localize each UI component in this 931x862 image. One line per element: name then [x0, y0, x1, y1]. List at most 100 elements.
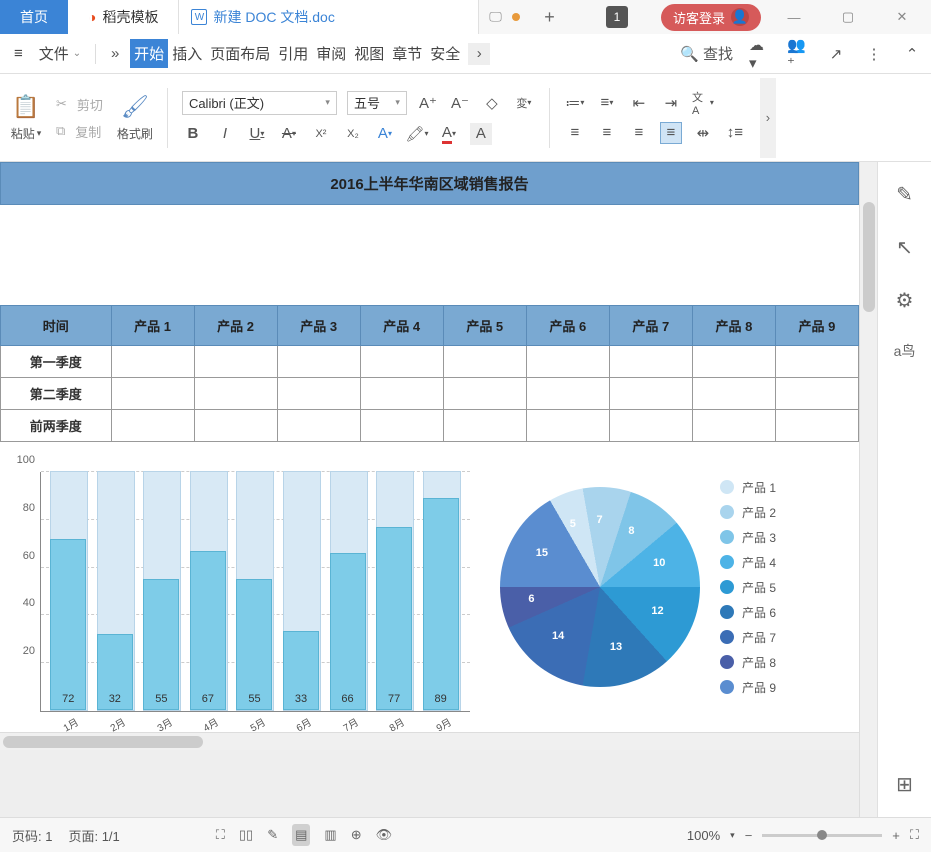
- outline-icon[interactable]: ▥: [324, 827, 336, 843]
- tab-start[interactable]: 开始: [130, 39, 168, 68]
- table-header: 产品 3: [277, 306, 360, 346]
- decrease-indent-button[interactable]: ⇤: [628, 92, 650, 114]
- text-direction-button[interactable]: 文A▾: [692, 92, 714, 114]
- numbering-button[interactable]: ≡▾: [596, 92, 618, 114]
- pie-legend: 产品 1产品 2产品 3产品 4产品 5产品 6产品 7产品 8产品 9: [720, 479, 776, 696]
- clear-format-button[interactable]: ◇: [481, 92, 503, 114]
- tab-document[interactable]: W 新建 DOC 文档.doc: [179, 0, 479, 34]
- pencil-icon[interactable]: ✎: [896, 182, 913, 207]
- align-left-button[interactable]: ≡: [564, 122, 586, 144]
- grow-font-button[interactable]: A⁺: [417, 92, 439, 114]
- tab-references[interactable]: 引用: [274, 39, 312, 68]
- search-button[interactable]: 🔍 查找: [680, 43, 733, 64]
- text-effects-button[interactable]: A▾: [374, 123, 396, 145]
- chevron-down-icon: ⌄: [73, 48, 81, 59]
- align-center-button[interactable]: ≡: [596, 122, 618, 144]
- more-icon[interactable]: ⋮: [863, 43, 885, 65]
- search-icon: 🔍: [680, 45, 699, 63]
- settings-sliders-icon[interactable]: ⚙: [896, 288, 914, 313]
- cut-button[interactable]: ✂剪切: [56, 95, 103, 114]
- edit-mode-icon[interactable]: ✎: [267, 827, 278, 843]
- table-header: 产品 8: [692, 306, 775, 346]
- underline-button[interactable]: U▾: [246, 123, 268, 145]
- fit-page-icon[interactable]: ⛶: [910, 827, 919, 843]
- vertical-scrollbar[interactable]: [859, 162, 877, 817]
- zoom-slider[interactable]: [762, 834, 882, 837]
- minimize-button[interactable]: —: [773, 0, 815, 34]
- tab-page-layout[interactable]: 页面布局: [206, 39, 274, 68]
- tab-review[interactable]: 审阅: [312, 39, 350, 68]
- font-color-button[interactable]: A▾: [438, 123, 460, 145]
- cloud-sync-icon[interactable]: ☁▾: [749, 43, 771, 65]
- align-justify-button[interactable]: ≡: [660, 122, 682, 144]
- print-layout-icon[interactable]: ▤: [292, 824, 310, 846]
- page-viewport[interactable]: 2016上半年华南区域销售报告 时间产品 1产品 2产品 3产品 4产品 5产品…: [0, 162, 859, 817]
- tab-insert[interactable]: 插入: [168, 39, 206, 68]
- format-painter-button[interactable]: 🖌 格式刷: [117, 93, 153, 142]
- char-shading-button[interactable]: A: [470, 123, 492, 145]
- tab-count-badge[interactable]: 1: [606, 6, 628, 28]
- eye-icon[interactable]: 👁: [376, 827, 393, 843]
- overflow-left[interactable]: »: [104, 43, 126, 65]
- tab-view[interactable]: 视图: [350, 39, 388, 68]
- highlight-button[interactable]: 🖍▾: [406, 123, 428, 145]
- legend-item: 产品 8: [720, 654, 776, 671]
- paste-group[interactable]: 📋 粘贴▾: [10, 93, 42, 142]
- superscript-button[interactable]: X²: [310, 123, 332, 145]
- align-right-button[interactable]: ≡: [628, 122, 650, 144]
- line-spacing-button[interactable]: ↕≡: [724, 122, 746, 144]
- phonetic-guide-button[interactable]: 変▾: [513, 92, 535, 114]
- distributed-button[interactable]: ⇹: [692, 122, 714, 144]
- new-tab-button[interactable]: +: [529, 0, 569, 34]
- tab-sections[interactable]: 章节: [388, 39, 426, 68]
- bold-button[interactable]: B: [182, 123, 204, 145]
- title-bar: 首页 ◑ 稻壳模板 W 新建 DOC 文档.doc 🖵 + 1 访客登录 👤 —…: [0, 0, 931, 34]
- legend-item: 产品 9: [720, 679, 776, 696]
- zoom-out-button[interactable]: −: [745, 828, 753, 843]
- web-layout-icon[interactable]: ⊕: [351, 827, 362, 843]
- display-icon[interactable]: 🖵: [489, 9, 502, 25]
- ribbon-tabs: 开始 插入 页面布局 引用 审阅 视图 章节 安全: [130, 39, 464, 68]
- legend-item: 产品 6: [720, 604, 776, 621]
- zoom-in-button[interactable]: +: [892, 828, 900, 843]
- table-row: 前两季度: [1, 410, 859, 442]
- zoom-level-label: 100%: [687, 828, 720, 843]
- page-of-label: 页面: 1/1: [68, 826, 119, 845]
- strikethrough-button[interactable]: A▾: [278, 123, 300, 145]
- login-button[interactable]: 访客登录 👤: [661, 4, 761, 31]
- overflow-right[interactable]: ›: [468, 43, 490, 65]
- maximize-button[interactable]: ▢: [827, 0, 869, 34]
- tab-security[interactable]: 安全: [426, 39, 464, 68]
- tab-templates[interactable]: ◑ 稻壳模板: [68, 0, 179, 34]
- font-size-select[interactable]: 五号▾: [347, 91, 407, 115]
- increase-indent-button[interactable]: ⇥: [660, 92, 682, 114]
- side-panel: ✎ ↖ ⚙ a鸟 ⊞: [877, 162, 931, 817]
- translate-icon[interactable]: a鸟: [894, 341, 916, 361]
- document-area: 2016上半年华南区域销售报告 时间产品 1产品 2产品 3产品 4产品 5产品…: [0, 162, 931, 817]
- italic-button[interactable]: I: [214, 123, 236, 145]
- bullets-button[interactable]: ≔▾: [564, 92, 586, 114]
- legend-item: 产品 7: [720, 629, 776, 646]
- share-icon[interactable]: ↗: [825, 43, 847, 65]
- collapse-ribbon-icon[interactable]: ⌃: [901, 43, 923, 65]
- hamburger-menu[interactable]: ≡: [8, 41, 29, 66]
- menu-bar: ≡ 文件⌄ » 开始 插入 页面布局 引用 审阅 视图 章节 安全 › 🔍 查找…: [0, 34, 931, 74]
- read-mode-icon[interactable]: ▯▯: [239, 827, 253, 843]
- font-select[interactable]: Calibri (正文)▾: [182, 91, 337, 115]
- share-add-icon[interactable]: 👥⁺: [787, 43, 809, 65]
- file-menu[interactable]: 文件⌄: [33, 39, 87, 68]
- shrink-font-button[interactable]: A⁻: [449, 92, 471, 114]
- close-button[interactable]: ✕: [881, 0, 923, 34]
- tab-home[interactable]: 首页: [0, 0, 68, 34]
- cursor-icon[interactable]: ↖: [896, 235, 913, 260]
- horizontal-scrollbar[interactable]: [0, 732, 859, 750]
- copy-button[interactable]: ⧉复制: [56, 122, 103, 141]
- ribbon-overflow-button[interactable]: ›: [760, 78, 776, 158]
- grid-apps-icon[interactable]: ⊞: [896, 772, 913, 797]
- unsaved-indicator: [512, 13, 520, 21]
- subscript-button[interactable]: X₂: [342, 123, 364, 145]
- table-header: 产品 2: [194, 306, 277, 346]
- fullscreen-icon[interactable]: ⛶: [216, 827, 225, 843]
- brush-icon: 🖌: [119, 93, 151, 121]
- bar-chart: 20406080100721月322月553月674月555月336月667月7…: [40, 472, 470, 712]
